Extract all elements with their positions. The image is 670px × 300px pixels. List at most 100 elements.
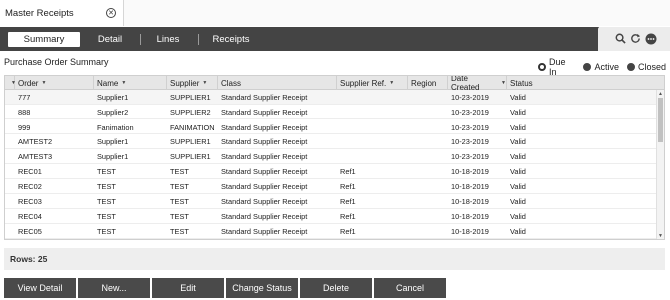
table-cell: SUPPLIER1 — [170, 92, 211, 102]
table-cell: Ref1 — [340, 197, 356, 207]
table-cell: SUPPLIER1 — [170, 137, 211, 147]
search-icon[interactable] — [614, 32, 627, 45]
table-cell — [408, 120, 448, 135]
table-cell: Standard Supplier Receipt — [221, 226, 308, 236]
table-cell — [408, 224, 448, 239]
window-tab-strip — [124, 0, 670, 26]
table-row[interactable]: AMTEST3 Supplier1 SUPPLIER1 Standard Suppli… — [5, 150, 657, 165]
scroll-up-icon[interactable]: ▲ — [658, 91, 663, 97]
status-filter: Due In Active Closed — [538, 57, 670, 77]
scroll-down-icon[interactable]: ▼ — [658, 233, 663, 239]
column-header-supplier-ref[interactable]: Supplier Ref. ▼ — [337, 76, 408, 90]
close-icon[interactable]: ✕ — [106, 8, 116, 18]
table-cell: Ref1 — [340, 182, 356, 192]
edit-button[interactable]: Edit — [152, 278, 224, 298]
more-icon[interactable] — [644, 32, 657, 45]
sort-icon: ▼ — [202, 80, 208, 86]
tab-toolbar: Summary Detail Lines Receipts — [0, 27, 670, 51]
table-cell — [337, 105, 408, 120]
table-cell: TEST — [170, 211, 189, 221]
table-cell: Standard Supplier Receipt — [221, 211, 308, 221]
tab-receipts[interactable]: Receipts — [206, 32, 256, 47]
tab-divider — [140, 34, 141, 45]
table-cell: Standard Supplier Receipt — [221, 182, 308, 192]
column-header-supplier[interactable]: Supplier ▼ — [167, 76, 218, 90]
column-header-class[interactable]: Class — [218, 76, 337, 90]
table-cell: Valid — [510, 226, 526, 236]
table-cell: Valid — [510, 107, 526, 117]
table-cell — [408, 179, 448, 194]
table-cell: Supplier1 — [97, 92, 129, 102]
table-cell: Valid — [510, 211, 526, 221]
filter-active[interactable]: Active — [583, 57, 619, 77]
cancel-button[interactable]: Cancel — [374, 278, 446, 298]
table-row[interactable]: REC01 TEST TEST Standard Supplier Receipt Re… — [5, 165, 657, 180]
table-cell: REC05 — [18, 226, 42, 236]
table-cell: Standard Supplier Receipt — [221, 152, 308, 162]
row-sort-icon[interactable]: ▼ — [5, 76, 16, 90]
tab-detail[interactable]: Detail — [86, 32, 134, 47]
table-cell: Valid — [510, 152, 526, 162]
filter-due-in[interactable]: Due In — [538, 57, 575, 77]
tab-lines[interactable]: Lines — [146, 32, 190, 47]
table-cell: TEST — [170, 226, 189, 236]
column-header-name[interactable]: Name ▼ — [94, 76, 167, 90]
table-cell: Standard Supplier Receipt — [221, 137, 308, 147]
table-cell: 10-23-2019 — [451, 107, 489, 117]
sort-icon: ▼ — [389, 80, 395, 86]
tab-summary[interactable]: Summary — [8, 32, 80, 47]
page-title: Purchase Order Summary — [4, 57, 109, 67]
table-cell: 10-23-2019 — [451, 92, 489, 102]
table-row[interactable]: 999 Fanimation FANIMATION Standard Supplier… — [5, 120, 657, 135]
table-cell: Supplier2 — [97, 107, 129, 117]
table-cell: Valid — [510, 122, 526, 132]
table-cell: 888 — [18, 107, 31, 117]
table-cell — [408, 105, 448, 120]
table-cell — [408, 135, 448, 150]
table-row[interactable]: 888 Supplier2 SUPPLIER2 Standard Supplier R… — [5, 105, 657, 120]
table-cell: 10-23-2019 — [451, 122, 489, 132]
table-cell: 10-18-2019 — [451, 211, 489, 221]
scrollbar-thumb[interactable] — [658, 98, 663, 142]
table-row[interactable]: 777 Supplier1 SUPPLIER1 Standard Supplier R… — [5, 90, 657, 105]
table-cell: Valid — [510, 197, 526, 207]
column-header-region[interactable]: Region — [408, 76, 448, 90]
action-bar: View Detail New... Edit Change Status De… — [4, 278, 665, 298]
table-row[interactable]: REC02 TEST TEST Standard Supplier Receipt Re… — [5, 179, 657, 194]
table-cell — [408, 209, 448, 224]
filter-closed[interactable]: Closed — [626, 57, 666, 77]
new-button[interactable]: New... — [78, 278, 150, 298]
table-row[interactable]: REC05 TEST TEST Standard Supplier Receipt Re… — [5, 224, 657, 239]
table-row[interactable]: REC03 TEST TEST Standard Supplier Receipt Re… — [5, 194, 657, 209]
sort-icon: ▼ — [41, 80, 47, 86]
radio-icon — [583, 63, 592, 71]
table-cell: 10-18-2019 — [451, 182, 489, 192]
change-status-button[interactable]: Change Status — [226, 278, 298, 298]
table-cell: AMTEST2 — [18, 137, 53, 147]
refresh-icon[interactable] — [629, 32, 642, 45]
table-cell: TEST — [97, 182, 116, 192]
column-header-date-created[interactable]: Date Created ▼ — [448, 76, 507, 92]
table-cell: 10-18-2019 — [451, 197, 489, 207]
window-tab[interactable]: Master Receipts ✕ — [0, 0, 124, 26]
column-header-order[interactable]: Order ▼ — [15, 76, 94, 90]
table-cell — [408, 194, 448, 209]
table-row[interactable]: REC04 TEST TEST Standard Supplier Receipt Re… — [5, 209, 657, 224]
table-cell: Valid — [510, 92, 526, 102]
table-cell: Ref1 — [340, 167, 356, 177]
table-cell: Valid — [510, 182, 526, 192]
table-cell — [408, 165, 448, 180]
column-header-status[interactable]: Status — [507, 76, 657, 90]
table-cell: REC03 — [18, 197, 42, 207]
vertical-scrollbar[interactable]: ▲ ▼ — [656, 90, 664, 239]
table-cell — [408, 90, 448, 105]
sort-icon: ▼ — [121, 80, 127, 86]
delete-button[interactable]: Delete — [300, 278, 372, 298]
radio-selected-icon — [538, 63, 546, 71]
table-row[interactable]: AMTEST2 Supplier1 SUPPLIER1 Standard Suppli… — [5, 135, 657, 150]
table-cell: Standard Supplier Receipt — [221, 107, 308, 117]
table-cell — [337, 150, 408, 165]
view-detail-button[interactable]: View Detail — [4, 278, 76, 298]
table-cell: Fanimation — [97, 122, 134, 132]
table-cell: Standard Supplier Receipt — [221, 122, 308, 132]
